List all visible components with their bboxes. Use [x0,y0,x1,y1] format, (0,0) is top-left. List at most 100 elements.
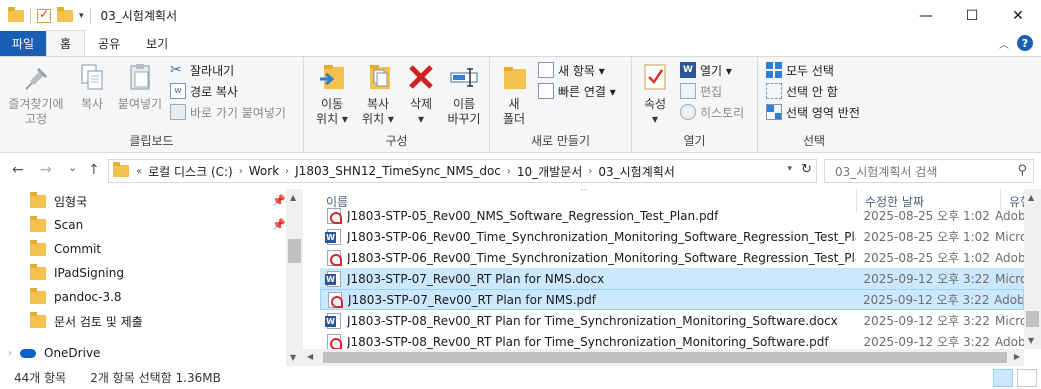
pin-quick-access-label: 즐겨찾기에 고정 [8,97,64,126]
breadcrumb-overflow[interactable]: « [136,166,142,177]
up-button[interactable]: ↑ [88,162,100,178]
new-group-label: 새로 만들기 [530,134,590,148]
open-button[interactable]: W 열기 ▾ [680,61,732,79]
file-row[interactable]: J1803-STP-07_Rev00_RT Plan for NMS.docx 2… [320,268,1024,289]
nav-item-pandoc[interactable]: pandoc-3.8 [30,285,122,309]
history-icon [680,104,696,120]
paste-label: 붙여넣기 [117,97,163,111]
back-button[interactable]: ← [12,162,24,178]
breadcrumb-dev-docs[interactable]: 10_개발문서 [517,163,582,180]
file-list-scrollbar[interactable]: ▲ ▼ [1024,189,1041,349]
file-name: J1803-STP-07_Rev00_RT Plan for NMS.docx [347,271,605,286]
select-group-label: 선택 [802,134,826,148]
properties-button[interactable]: 속성 ▾ [638,61,672,127]
status-bar: 44개 항목 2개 항목 선택함 1.36MB [0,366,1041,389]
copy-button[interactable]: 복사 [74,61,110,112]
title-bar: ▾ 03_시험계획서 — ☐ ✕ [0,0,1041,31]
scroll-down-icon[interactable]: ▼ [1028,336,1034,345]
file-row[interactable]: J1803-STP-07_Rev00_RT Plan for NMS.pdf 20… [320,289,1024,310]
file-row[interactable]: J1803-STP-06_Rev00_Time_Synchronization_… [320,247,1024,268]
large-icons-view-icon[interactable] [1017,369,1037,387]
file-row[interactable]: J1803-STP-08_Rev00_RT Plan for Time_Sync… [320,310,1024,331]
nav-item-scan[interactable]: Scan [30,213,83,237]
breadcrumb-work[interactable]: Work [249,164,279,178]
nav-item-onedrive[interactable]: › OneDrive [8,341,100,365]
new-folder-quick-icon[interactable] [57,6,73,22]
rename-label: 이름 바꾸기 [447,97,481,126]
refresh-icon[interactable]: ↻ [801,162,812,177]
maximize-button[interactable]: ☐ [949,0,995,31]
rename-icon [450,68,478,87]
open-label: 열기 ▾ [700,63,732,78]
minimize-button[interactable]: — [903,0,949,31]
customize-quick-access-dropdown[interactable]: ▾ [79,11,84,21]
nav-item-임형국[interactable]: 임형국 [30,189,87,213]
scroll-down-icon[interactable]: ▼ [290,353,296,362]
forward-button[interactable]: → [40,162,52,178]
new-folder-button[interactable]: 새 폴더 [498,61,530,127]
navigation-pane: 임형국 📌 Scan 📌 Commit IPadSigning pandoc-3… [0,189,303,366]
pin-quick-access-button[interactable]: 즐겨찾기에 고정 [8,61,64,127]
nav-item-commit[interactable]: Commit [30,237,101,261]
rename-button[interactable]: 이름 바꾸기 [442,61,486,127]
move-to-button[interactable]: 이동 위치 ▾ [310,61,354,127]
file-name: J1803-STP-07_Rev00_RT Plan for NMS.pdf [348,292,596,307]
properties-quick-icon[interactable] [37,7,51,23]
clipboard-group-label: 클립보드 [129,134,174,148]
pdf-document-icon [327,333,342,350]
nav-item-review[interactable]: 문서 검토 및 제출 [30,309,143,333]
scrollbar-thumb[interactable] [288,239,301,263]
copy-path-button[interactable]: W 경로 복사 [170,82,238,100]
paste-button[interactable]: 붙여넣기 [114,61,166,112]
scroll-up-icon[interactable]: ▲ [290,193,296,202]
close-button[interactable]: ✕ [995,0,1041,31]
breadcrumb-separator: › [238,165,243,177]
file-row[interactable]: J1803-STP-05_Rev00_NMS_Software_Regressi… [320,205,1024,226]
delete-button[interactable]: 삭제 ▾ [402,61,440,127]
header-spacer [303,189,320,213]
organize-group-label: 구성 [385,134,408,148]
new-item-button[interactable]: 새 항목 ▾ [538,61,605,79]
help-icon[interactable]: ? [1017,35,1033,51]
quick-access-toolbar: ▾ [0,6,91,24]
nav-item-ipadsigning[interactable]: IPadSigning [30,261,124,285]
search-box[interactable]: 03_시험계획서 검색 ⚲ [824,159,1034,183]
tab-file[interactable]: 파일 [0,31,46,56]
address-bar[interactable]: « 로컬 디스크 (C:) › Work › J1803_SHN12_TimeS… [108,159,817,183]
copy-to-button[interactable]: 복사 위치 ▾ [356,61,400,127]
scroll-right-icon[interactable]: ▶ [1014,352,1020,361]
pdf-document-icon [327,207,342,224]
scroll-left-icon[interactable]: ◀ [307,352,313,361]
file-row[interactable]: J1803-STP-06_Rev00_Time_Synchronization_… [320,226,1024,247]
details-view-icon[interactable] [993,369,1013,387]
scrollbar-thumb[interactable] [323,352,1007,363]
tab-share[interactable]: 공유 [85,31,133,56]
nav-item-label: OneDrive [44,346,101,360]
selection-info: 2개 항목 선택함 1.36MB [90,371,221,385]
paste-shortcut-button[interactable]: 바로 가기 붙여넣기 [170,103,286,121]
scrollbar-thumb[interactable] [1026,311,1039,327]
recent-locations-button[interactable]: ⌄ [68,161,77,174]
scroll-up-icon[interactable]: ▲ [1028,193,1034,202]
invert-selection-button[interactable]: 선택 영역 반전 [766,103,860,121]
cut-button[interactable]: ✂ 잘라내기 [170,61,234,79]
select-all-button[interactable]: 모두 선택 [766,61,834,79]
file-date: 2025-08-25 오후 1:02 [863,230,990,244]
nav-pane-scrollbar[interactable]: ▲ ▼ [286,189,303,366]
expand-chevron-icon[interactable]: › [8,348,12,359]
breadcrumb-local-disk[interactable]: 로컬 디스크 (C:) [148,163,233,180]
breadcrumb-project[interactable]: J1803_SHN12_TimeSync_NMS_doc [295,164,501,178]
file-list-horizontal-scrollbar[interactable]: ◀ ▶ [303,349,1024,366]
folder-icon [113,162,129,177]
tab-view[interactable]: 보기 [133,31,181,56]
select-none-button[interactable]: 선택 안 함 [766,82,838,100]
collapse-ribbon-icon[interactable]: ︿ [999,36,1009,51]
tab-home[interactable]: 홈 [46,30,86,56]
word-icon: W [680,62,696,78]
history-button[interactable]: 히스토리 [680,103,744,121]
address-dropdown-icon[interactable]: ▾ [787,164,792,174]
paste-shortcut-label: 바로 가기 붙여넣기 [190,105,286,120]
breadcrumb-current[interactable]: 03_시험계획서 [598,163,674,180]
edit-button[interactable]: 편집 [680,82,722,100]
easy-access-button[interactable]: 빠른 연결 ▾ [538,82,616,100]
